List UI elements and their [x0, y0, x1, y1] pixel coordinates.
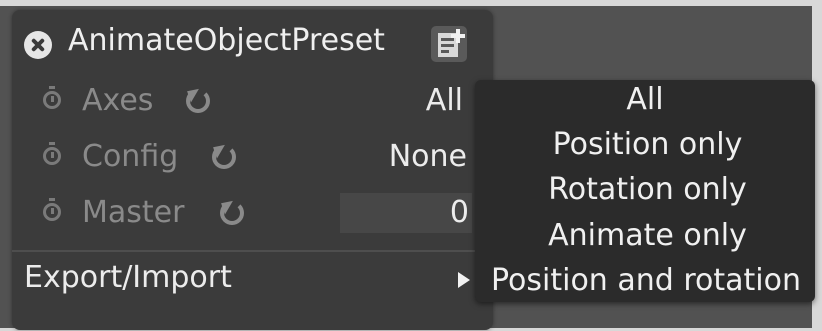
master-label: Master — [82, 195, 185, 230]
panel-header: AnimateObjectPreset — [12, 14, 493, 70]
axes-dropdown-menu: All Position only Rotation only Animate … — [475, 80, 815, 302]
divider — [12, 250, 493, 252]
master-value: 0 — [449, 195, 469, 230]
property-row-config: Config None — [12, 134, 493, 184]
inspector-panel: AnimateObjectPreset Axes All Config None… — [12, 10, 493, 330]
stopwatch-icon[interactable] — [43, 198, 61, 221]
close-circle-icon[interactable] — [24, 31, 52, 59]
stopwatch-icon[interactable] — [43, 142, 61, 165]
stopwatch-icon[interactable] — [43, 86, 61, 109]
axes-label: Axes — [82, 83, 154, 118]
top-border — [0, 0, 822, 6]
config-value[interactable]: None — [389, 139, 467, 174]
property-row-master: Master 0 — [12, 190, 493, 240]
reset-icon[interactable] — [186, 89, 210, 113]
dropdown-item-position-only[interactable]: Position only — [475, 127, 820, 162]
dropdown-item-position-and-rotation[interactable]: Position and rotation — [477, 263, 815, 298]
property-row-axes: Axes All — [12, 78, 493, 128]
master-number-field[interactable]: 0 — [340, 193, 472, 233]
dropdown-item-animate-only[interactable]: Animate only — [475, 218, 820, 253]
reset-icon[interactable] — [212, 145, 236, 169]
submenu-arrow-icon — [458, 272, 470, 288]
panel-title: AnimateObjectPreset — [68, 23, 385, 58]
config-label: Config — [82, 139, 179, 174]
axes-value[interactable]: All — [426, 83, 463, 118]
dropdown-item-rotation-only[interactable]: Rotation only — [475, 172, 820, 207]
dropdown-item-all[interactable]: All — [475, 82, 815, 117]
export-import-menu-item[interactable]: Export/Import — [24, 260, 232, 295]
preset-add-icon[interactable] — [431, 26, 467, 62]
reset-icon[interactable] — [220, 201, 244, 225]
plus-icon — [451, 29, 465, 43]
